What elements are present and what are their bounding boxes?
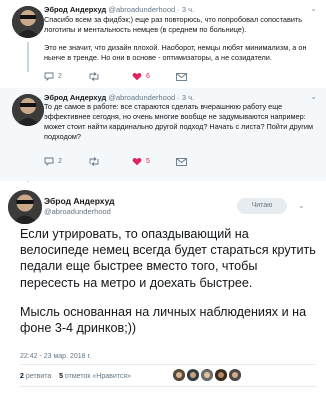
author-handle[interactable]: @abroadunderhood xyxy=(108,93,175,102)
liker-avatar[interactable] xyxy=(187,369,199,381)
retweet-button[interactable] xyxy=(88,72,132,81)
retweet-icon xyxy=(89,157,99,166)
tweet-actions: 2 6 xyxy=(44,72,220,81)
like-button[interactable]: 5 xyxy=(132,157,176,166)
dm-button[interactable] xyxy=(176,157,220,166)
dm-button[interactable] xyxy=(176,72,220,81)
tweet-paragraph: Если утрировать, то опаздывающий на вело… xyxy=(20,227,316,290)
tweet-2[interactable]: Эброд Андерхуд @abroadunderhood · 3 ч. ⌄… xyxy=(0,88,326,181)
avatar[interactable] xyxy=(8,190,42,224)
tweet-text: То де самое в работе: все стараются сдел… xyxy=(44,102,314,142)
reply-count: 2 xyxy=(58,73,62,80)
liker-avatar[interactable] xyxy=(215,369,227,381)
reply-icon xyxy=(44,157,54,166)
engagement-stats: 2 ретвита 5 отметок «Нравится» xyxy=(20,373,131,380)
like-count: 5 xyxy=(146,158,150,165)
retweet-button[interactable] xyxy=(88,157,132,166)
reply-icon xyxy=(44,72,54,81)
reply-count: 2 xyxy=(58,158,62,165)
divider xyxy=(20,386,316,387)
tweet-1[interactable]: Эброд Андерхуд @abroadunderhood · 3 ч. ⌄… xyxy=(0,0,326,88)
author-handle[interactable]: @abroadunderhood xyxy=(108,5,175,14)
tweet-text: Спасибо всем за фидбэк;) еще раз повторю… xyxy=(44,15,314,63)
envelope-icon xyxy=(176,157,187,166)
chevron-down-icon[interactable]: ⌄ xyxy=(310,4,317,13)
tweet-paragraph: Это не значит, что дизайн плохой. Наобор… xyxy=(44,43,307,62)
reply-button[interactable]: 2 xyxy=(44,72,88,81)
tweet-paragraph: То де самое в работе: все стараются сдел… xyxy=(44,102,313,141)
chevron-down-icon[interactable]: ⌄ xyxy=(298,201,305,210)
retweets-label[interactable]: ретвита xyxy=(26,373,51,380)
divider xyxy=(20,364,316,365)
main-tweet-text: Если утрировать, то опаздывающий на вело… xyxy=(20,226,316,336)
liker-avatar[interactable] xyxy=(201,369,213,381)
tweet-time[interactable]: 3 ч. xyxy=(182,5,194,14)
tweet-timestamp[interactable]: 22:42 - 23 мар. 2018 г. xyxy=(20,353,91,360)
retweet-icon xyxy=(89,72,99,81)
author-handle[interactable]: @abroadunderhood xyxy=(44,207,111,216)
author-name[interactable]: Эброд Андерхуд xyxy=(44,93,106,102)
retweets-count[interactable]: 2 xyxy=(20,373,24,380)
liker-avatars xyxy=(173,369,243,381)
author-name[interactable]: Эброд Андерхуд xyxy=(44,196,115,206)
tweet-header: Эброд Андерхуд @abroadunderhood · 3 ч. xyxy=(44,93,195,102)
heart-icon xyxy=(132,158,142,166)
tweet-paragraph: Мысль основанная на личных наблюдениях и… xyxy=(20,304,307,336)
tweet-paragraph: Спасибо всем за фидбэк;) еще раз повторю… xyxy=(44,15,303,34)
likes-count[interactable]: 5 xyxy=(59,373,63,380)
like-count: 6 xyxy=(146,73,150,80)
envelope-icon xyxy=(176,72,187,81)
tweet-time[interactable]: 3 ч. xyxy=(182,93,194,102)
chevron-down-icon[interactable]: ⌄ xyxy=(310,92,317,101)
avatar[interactable] xyxy=(12,94,44,126)
avatar[interactable] xyxy=(12,6,44,38)
reply-button[interactable]: 2 xyxy=(44,157,88,166)
heart-icon xyxy=(132,73,142,81)
tweet-actions: 2 5 xyxy=(44,157,220,166)
following-button[interactable]: Читаю xyxy=(237,198,287,214)
likes-label[interactable]: отметок «Нравится» xyxy=(65,373,131,380)
author-name[interactable]: Эброд Андерхуд xyxy=(44,5,106,14)
tweet-header: Эброд Андерхуд @abroadunderhood · 3 ч. xyxy=(44,5,195,14)
like-button[interactable]: 6 xyxy=(132,72,176,81)
liker-avatar[interactable] xyxy=(229,369,241,381)
liker-avatar[interactable] xyxy=(173,369,185,381)
